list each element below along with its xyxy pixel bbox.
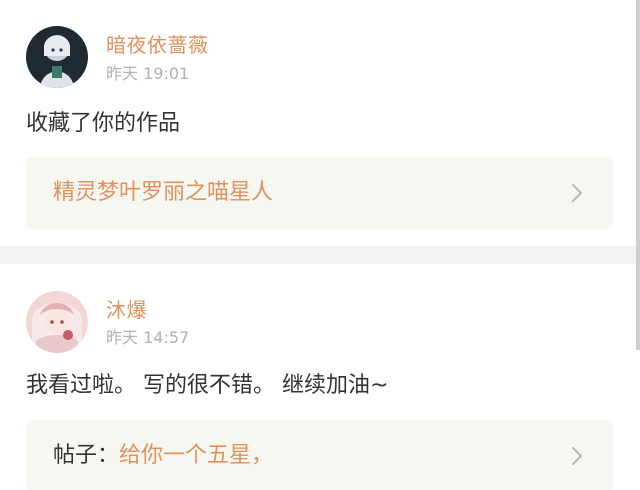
timestamp: 昨天 19:01 <box>106 64 190 83</box>
link-text: 精灵梦叶罗丽之喵星人 <box>53 179 273 207</box>
link-title: 精灵梦叶罗丽之喵星人 <box>53 180 274 205</box>
notification-list: 暗夜依蔷薇 昨天 19:01 收藏了你的作品 精灵梦叶罗丽之喵星人 沐爆 昨天 … <box>0 0 640 490</box>
chevron-right-icon <box>572 184 582 202</box>
scrollbar[interactable] <box>636 0 640 350</box>
link-prefix: 帖子： <box>53 443 120 468</box>
avatar[interactable] <box>26 26 88 88</box>
notification-item: 沐爆 昨天 14:57 我看过啦。 写的很不错。 继续加油~ 帖子：给你一个五星… <box>0 264 636 490</box>
avatar[interactable] <box>26 291 88 353</box>
work-link-box[interactable]: 精灵梦叶罗丽之喵星人 <box>26 157 613 229</box>
message-text: 我看过啦。 写的很不错。 继续加油~ <box>26 373 389 398</box>
chevron-right-icon <box>572 447 582 465</box>
message-text: 收藏了你的作品 <box>26 111 181 136</box>
link-title: 给你一个五星， <box>119 443 274 468</box>
card-separator <box>0 246 636 264</box>
timestamp: 昨天 14:57 <box>106 328 190 347</box>
username[interactable]: 沐爆 <box>106 298 147 322</box>
link-text: 帖子：给你一个五星， <box>53 442 273 470</box>
username[interactable]: 暗夜依蔷薇 <box>106 33 209 57</box>
notification-item: 暗夜依蔷薇 昨天 19:01 收藏了你的作品 精灵梦叶罗丽之喵星人 <box>0 0 636 246</box>
post-link-box[interactable]: 帖子：给你一个五星， <box>26 420 613 490</box>
